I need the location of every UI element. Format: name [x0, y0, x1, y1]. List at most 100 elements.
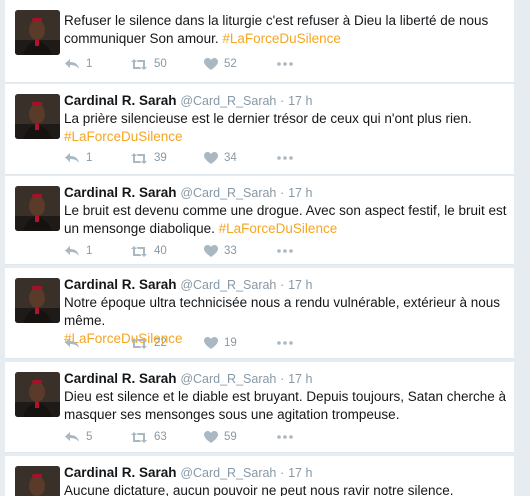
author-handle[interactable]: @Card_R_Sarah [180, 186, 276, 200]
retweet-icon [131, 431, 147, 443]
reply-icon [65, 153, 79, 163]
tweet-actions: 1 40 33 [64, 242, 314, 260]
tweet-body: La prière silencieuse est le dernier tré… [64, 111, 472, 126]
like-button[interactable]: 19 [204, 334, 237, 352]
retweet-icon [131, 245, 147, 257]
avatar-portrait [15, 466, 60, 496]
avatar-portrait [15, 186, 60, 231]
separator-dot: · [280, 466, 285, 480]
retweet-icon [131, 152, 147, 164]
like-count: 34 [224, 152, 237, 164]
retweet-button[interactable]: 39 [130, 149, 167, 167]
tweet-actions: 1 39 34 [64, 149, 314, 167]
tweet-header: Cardinal R. Sarah @Card_R_Sarah · 17 h [64, 464, 312, 482]
separator-dot: · [280, 278, 285, 292]
author-name[interactable]: Cardinal R. Sarah [64, 277, 177, 292]
more-dots-icon [277, 156, 293, 160]
tweet[interactable]: Cardinal R. Sarah @Card_R_Sarah · 17 h N… [5, 268, 514, 359]
author-name[interactable]: Cardinal R. Sarah [64, 185, 177, 200]
author-handle[interactable]: @Card_R_Sarah [180, 278, 276, 292]
tweet-text: La prière silencieuse est le dernier tré… [64, 110, 514, 146]
like-button[interactable]: 33 [204, 242, 237, 260]
more-dots-icon [277, 249, 293, 253]
reply-button[interactable]: 1 [64, 149, 92, 167]
like-button[interactable]: 59 [204, 428, 237, 446]
like-button[interactable]: 34 [204, 149, 237, 167]
tweet-time[interactable]: 17 h [288, 466, 312, 480]
author-handle[interactable]: @Card_R_Sarah [180, 372, 276, 386]
tweet[interactable]: Cardinal R. Sarah @Card_R_Sarah · 17 h A… [5, 456, 514, 496]
tweet-header: Cardinal R. Sarah @Card_R_Sarah · 17 h [64, 370, 312, 388]
reply-count: 1 [86, 245, 93, 257]
retweet-icon [131, 58, 147, 70]
retweet-count: 50 [154, 58, 167, 70]
heart-icon [204, 431, 218, 443]
tweet-body: Dieu est silence et le diable est bruyan… [64, 389, 507, 422]
author-name[interactable]: Cardinal R. Sarah [64, 371, 177, 386]
tweet-time[interactable]: 17 h [288, 278, 312, 292]
author-handle[interactable]: @Card_R_Sarah [180, 466, 276, 480]
tweet-body: Aucune dictature, aucun pouvoir ne peut … [64, 483, 454, 496]
hashtag-link[interactable]: #LaForceDuSilence [219, 221, 338, 236]
reply-icon [65, 432, 79, 442]
more-button[interactable] [277, 334, 293, 352]
tweet-text: Le bruit est devenu comme une drogue. Av… [64, 202, 514, 238]
heart-icon [204, 245, 218, 257]
separator-dot: · [280, 186, 285, 200]
retweet-count: 40 [154, 245, 167, 257]
more-dots-icon [277, 435, 293, 439]
retweet-button[interactable]: 22 [130, 334, 167, 352]
tweet-text: Aucune dictature, aucun pouvoir ne peut … [64, 482, 514, 496]
avatar[interactable] [15, 372, 60, 417]
retweet-button[interactable]: 63 [130, 428, 167, 446]
tweet-text: Dieu est silence et le diable est bruyan… [64, 388, 514, 424]
more-button[interactable] [277, 242, 293, 260]
like-count: 19 [224, 337, 237, 349]
retweet-button[interactable]: 50 [130, 55, 167, 73]
avatar-portrait [15, 278, 60, 323]
more-button[interactable] [277, 428, 293, 446]
retweet-button[interactable]: 40 [130, 242, 167, 260]
tweet[interactable]: Cardinal R. Sarah @Card_R_Sarah · 17 h L… [5, 84, 514, 175]
reply-icon [65, 59, 79, 69]
heart-icon [204, 58, 218, 70]
author-name[interactable]: Cardinal R. Sarah [64, 93, 177, 108]
avatar[interactable] [15, 10, 60, 55]
tweet-header: Cardinal R. Sarah @Card_R_Sarah · 17 h [64, 92, 312, 110]
author-name[interactable]: Cardinal R. Sarah [64, 465, 177, 480]
tweet-time[interactable]: 17 h [288, 186, 312, 200]
tweet-actions: 22 19 [64, 334, 314, 352]
hashtag-link[interactable]: #LaForceDuSilence [64, 128, 514, 146]
more-button[interactable] [277, 149, 293, 167]
reply-button[interactable]: 1 [64, 242, 92, 260]
more-button[interactable] [277, 55, 293, 73]
avatar[interactable] [15, 466, 60, 496]
tweet[interactable]: Refuser le silence dans la liturgie c'es… [5, 0, 514, 83]
retweet-count: 63 [154, 431, 167, 443]
author-handle[interactable]: @Card_R_Sarah [180, 94, 276, 108]
hashtag-link[interactable]: #LaForceDuSilence [222, 31, 341, 46]
like-count: 33 [224, 245, 237, 257]
reply-button[interactable]: 1 [64, 55, 92, 73]
avatar[interactable] [15, 278, 60, 323]
tweet-time[interactable]: 17 h [288, 94, 312, 108]
tweet[interactable]: Cardinal R. Sarah @Card_R_Sarah · 17 h D… [5, 362, 514, 453]
tweet[interactable]: Cardinal R. Sarah @Card_R_Sarah · 17 h L… [5, 176, 514, 265]
reply-count: 5 [86, 431, 93, 443]
tweet-header: Cardinal R. Sarah @Card_R_Sarah · 17 h [64, 184, 312, 202]
reply-icon [65, 246, 79, 256]
tweet-header: Cardinal R. Sarah @Card_R_Sarah · 17 h [64, 276, 312, 294]
tweet-time[interactable]: 17 h [288, 372, 312, 386]
like-count: 52 [224, 58, 237, 70]
separator-dot: · [280, 372, 285, 386]
avatar[interactable] [15, 186, 60, 231]
retweet-icon [131, 337, 147, 349]
reply-button[interactable] [64, 334, 86, 352]
reply-count: 1 [86, 58, 93, 70]
avatar[interactable] [15, 94, 60, 139]
tweet-actions: 1 50 52 [64, 55, 314, 73]
avatar-portrait [15, 94, 60, 139]
reply-button[interactable]: 5 [64, 428, 92, 446]
tweet-body: Notre époque ultra technicisée nous a re… [64, 295, 501, 328]
like-button[interactable]: 52 [204, 55, 237, 73]
